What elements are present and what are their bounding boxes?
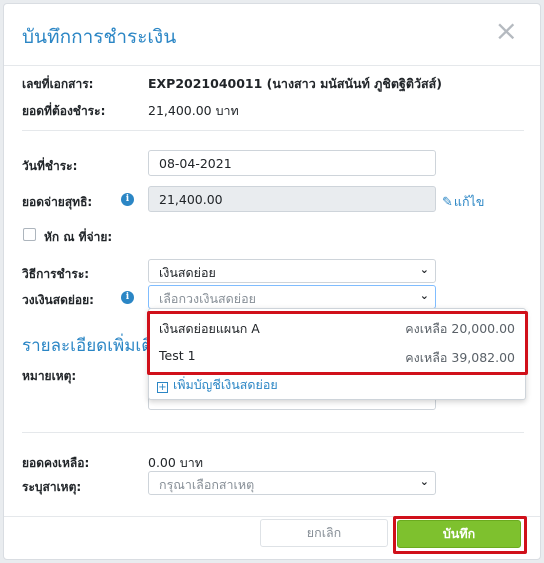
modal-title: บันทึกการชำระเงิน	[22, 26, 177, 48]
doc-no-label: เลขที่เอกสาร:	[22, 77, 94, 91]
option-name: เงินสดย่อยแผนก A	[159, 321, 260, 336]
method-label: วิธีการชำระ:	[22, 267, 90, 281]
save-button[interactable]: บันทึก	[397, 520, 521, 548]
petty-cash-label: วงเงินสดย่อย:	[22, 293, 94, 307]
petty-cash-select[interactable]: เลือกวงเงินสดย่อย ⌄	[148, 285, 436, 309]
due-value: 21,400.00 บาท	[148, 103, 239, 118]
note-label: หมายเหตุ:	[22, 369, 77, 383]
close-icon[interactable]: ×	[495, 17, 518, 45]
option-balance: คงเหลือ 39,082.00	[405, 350, 515, 365]
petty-cash-dropdown: เงินสดย่อยแผนก A คงเหลือ 20,000.00 Test …	[148, 308, 526, 400]
edit-net-amount-link[interactable]: ✎แก้ไข	[442, 192, 484, 212]
net-amount-input[interactable]: 21,400.00	[148, 186, 436, 212]
payment-date-input[interactable]: 08-04-2021	[148, 150, 436, 176]
divider	[22, 432, 524, 433]
edit-label: แก้ไข	[453, 194, 485, 209]
reason-label: ระบุสาเหตุ:	[22, 480, 82, 494]
payment-modal: บันทึกการชำระเงิน × เลขที่เอกสาร: EXP202…	[3, 3, 541, 560]
info-icon[interactable]: i	[121, 291, 134, 304]
payment-method-select[interactable]: เงินสดย่อย ⌄	[148, 259, 436, 283]
wht-checkbox[interactable]	[23, 228, 36, 241]
option-balance: คงเหลือ 20,000.00	[405, 321, 515, 336]
net-amount-label: ยอดจ่ายสุทธิ:	[22, 195, 93, 209]
dropdown-option[interactable]: Test 1 คงเหลือ 39,082.00	[149, 342, 525, 370]
payment-method-value: เงินสดย่อย	[159, 265, 216, 280]
remain-label: ยอดคงเหลือ:	[22, 456, 90, 470]
pencil-square-icon: ✎	[442, 195, 453, 210]
plus-square-icon: +	[157, 382, 168, 393]
reason-placeholder: กรุณาเลือกสาเหตุ	[159, 477, 255, 492]
dropdown-option[interactable]: เงินสดย่อยแผนก A คงเหลือ 20,000.00	[149, 313, 525, 341]
petty-cash-placeholder: เลือกวงเงินสดย่อย	[159, 291, 256, 306]
footer-divider	[4, 516, 540, 517]
option-name: Test 1	[159, 348, 196, 363]
cancel-button[interactable]: ยกเลิก	[260, 519, 388, 547]
chevron-down-icon: ⌄	[419, 289, 429, 302]
date-label: วันที่ชำระ:	[22, 159, 78, 173]
chevron-down-icon: ⌄	[419, 475, 429, 488]
details-section-title: รายละเอียดเพิ่มเติม	[22, 336, 164, 356]
add-petty-cash-label: เพิ่มบัญชีเงินสดย่อย	[173, 377, 278, 392]
due-label: ยอดที่ต้องชำระ:	[22, 104, 106, 118]
reason-select[interactable]: กรุณาเลือกสาเหตุ ⌄	[148, 471, 436, 495]
add-petty-cash-link[interactable]: + เพิ่มบัญชีเงินสดย่อย	[157, 375, 278, 395]
divider	[22, 130, 524, 131]
info-icon[interactable]: i	[121, 193, 134, 206]
remain-value: 0.00 บาท	[148, 455, 203, 470]
modal-header: บันทึกการชำระเงิน ×	[4, 4, 540, 66]
chevron-down-icon: ⌄	[419, 263, 429, 276]
doc-no-value: EXP2021040011 (นางสาว มนัสนันท์ ภูชิตฐิต…	[148, 76, 443, 91]
wht-label: หัก ณ ที่จ่าย:	[44, 230, 113, 244]
